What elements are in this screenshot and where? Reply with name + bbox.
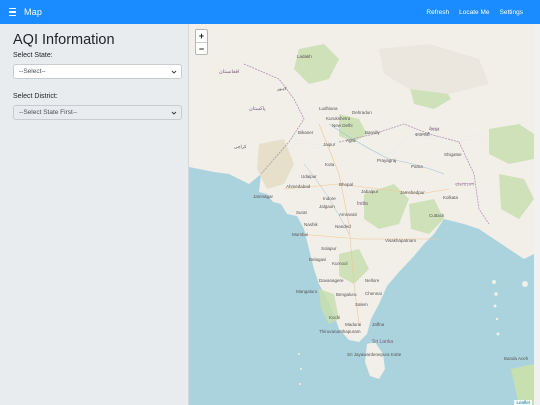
- map-label: Jabalpur: [361, 189, 379, 194]
- chevron-down-icon: [171, 70, 177, 74]
- map-label: Davanagere: [319, 278, 344, 283]
- map-label: Mangaluru: [296, 289, 318, 294]
- map-label: Madurai: [345, 322, 362, 327]
- map-label: Kota: [325, 162, 335, 167]
- map-label: لاہور: [277, 86, 287, 91]
- map-view[interactable]: + − افغانستان پاکستان Ladakh لاہور Ludhi…: [189, 24, 534, 405]
- map-label: Udaipur: [301, 174, 317, 179]
- map-label: Nashik: [304, 222, 318, 227]
- map-label: Jamshedpur: [400, 190, 425, 195]
- map-label: Belagavi: [309, 257, 327, 262]
- map-label: Kolkata: [443, 195, 459, 200]
- map-label: Thiruvananthapuram: [319, 329, 361, 334]
- nav-links: Refresh Locate Me Settings: [421, 9, 528, 16]
- map-label: Kurnool: [332, 261, 348, 266]
- zoom-control: + −: [195, 29, 208, 55]
- map-label: Kochi: [329, 315, 341, 320]
- sidebar-panel: AQI Information Select State: --Select--…: [0, 24, 189, 405]
- map-label: Bhopal: [339, 182, 354, 187]
- map-label: Amravati: [339, 212, 357, 217]
- map-label: Kurukshetra: [326, 116, 351, 121]
- page-title: AQI Information: [13, 32, 115, 48]
- map-label: Prayagraj: [377, 158, 397, 163]
- map-label: Visakhapatnam: [385, 238, 416, 243]
- map-label: Sri Lanka: [372, 339, 394, 345]
- chevron-down-icon: [171, 111, 177, 115]
- map-label: Shigatse: [444, 152, 462, 157]
- map-label: Banda Aceh: [504, 356, 529, 361]
- map-label: کراچی: [234, 144, 247, 149]
- map-label: Nellore: [365, 278, 380, 283]
- top-navbar: Map Refresh Locate Me Settings: [0, 0, 540, 24]
- zoom-in-button[interactable]: +: [196, 30, 207, 42]
- map-tiles: [189, 24, 534, 405]
- menu-icon[interactable]: [9, 7, 21, 17]
- map-label: Jaffna: [372, 322, 385, 327]
- map-label: Salem: [355, 302, 368, 307]
- land-sri-lanka: [365, 342, 385, 379]
- district-label: Select District:: [13, 93, 58, 100]
- map-label: India: [357, 201, 368, 207]
- state-select[interactable]: --Select--: [13, 64, 182, 79]
- map-label: Indore: [323, 196, 336, 201]
- map-label: नेपाल: [429, 127, 440, 133]
- map-label: پاکستان: [249, 106, 266, 112]
- settings-link[interactable]: Settings: [495, 9, 529, 16]
- map-label: Bareilly: [365, 130, 380, 135]
- map-label: افغانستان: [219, 69, 240, 75]
- zoom-out-button[interactable]: −: [196, 42, 207, 54]
- scrollbar-strip: [534, 24, 540, 405]
- map-label: Agra: [346, 138, 356, 143]
- refresh-link[interactable]: Refresh: [421, 9, 454, 16]
- map-label: Surat: [296, 210, 307, 215]
- map-label: New Delhi: [332, 123, 353, 128]
- map-label: Ahmedabad: [286, 184, 311, 189]
- map-label: Nanded: [335, 224, 351, 229]
- map-label: Chennai: [365, 291, 382, 296]
- map-label: Sri Jayawardenepura Kotte: [347, 352, 402, 357]
- map-label: Solapur: [321, 246, 337, 251]
- app-brand[interactable]: Map: [24, 7, 42, 17]
- map-label: Mumbai: [292, 232, 309, 237]
- district-select-value: --Select State First--: [19, 109, 78, 116]
- locate-me-link[interactable]: Locate Me: [454, 9, 494, 16]
- state-select-value: --Select--: [19, 68, 46, 75]
- district-select[interactable]: --Select State First--: [13, 105, 182, 120]
- map-label: Bikaner: [298, 130, 314, 135]
- map-label: Dehradun: [352, 110, 372, 115]
- map-label: Bengaluru: [336, 292, 357, 297]
- map-attribution[interactable]: Leaflet: [514, 400, 532, 405]
- map-label: Ludhiana: [319, 106, 338, 111]
- map-label: काठमाडौं: [415, 132, 430, 137]
- map-label: Cuttack: [429, 213, 445, 218]
- map-label: Jaipur: [323, 142, 336, 147]
- map-label: Jamnagar: [253, 194, 274, 199]
- map-label: বাংলাদেশ: [455, 182, 475, 188]
- state-label: Select State:: [13, 52, 53, 59]
- map-label: Jalgaon: [319, 204, 335, 209]
- map-label: Ladakh: [297, 54, 312, 59]
- map-label: Patna: [411, 164, 423, 169]
